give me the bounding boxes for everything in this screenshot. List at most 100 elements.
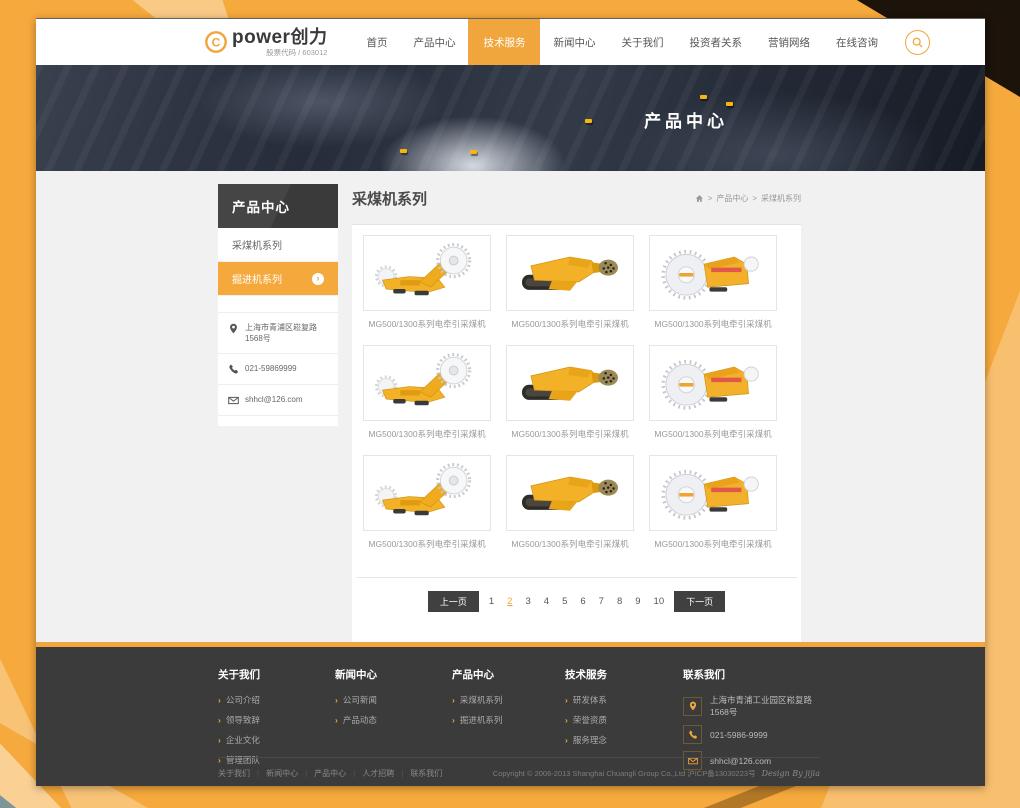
sidebar-item-roadheader-series[interactable]: 掘进机系列 › xyxy=(218,262,338,296)
page-number-2-active[interactable]: 2 xyxy=(504,596,515,607)
product-card[interactable]: MG500/1300系列电牵引采煤机 xyxy=(506,345,634,442)
product-card[interactable]: MG500/1300系列电牵引采煤机 xyxy=(363,235,491,332)
footer-link[interactable]: 采煤机系列 xyxy=(452,694,565,706)
prev-page-button[interactable]: 上一页 xyxy=(428,591,479,612)
arrow-bullet-icon xyxy=(335,695,343,705)
sidebar: 产品中心 采煤机系列 掘进机系列 › 上海市青浦区崧复路1568号 021-59… xyxy=(218,184,338,426)
product-label: MG500/1300系列电牵引采煤机 xyxy=(649,311,777,332)
logo-word: power xyxy=(232,27,290,48)
breadcrumb-current[interactable]: 采煤机系列 xyxy=(761,193,801,204)
product-label: MG500/1300系列电牵引采煤机 xyxy=(506,531,634,552)
nav-item-news[interactable]: 新闻中心 xyxy=(540,19,608,65)
footer-link[interactable]: 服务理念 xyxy=(565,734,683,746)
product-label: MG500/1300系列电牵引采煤机 xyxy=(506,311,634,332)
footer-link[interactable]: 公司新闻 xyxy=(335,694,452,706)
product-card[interactable]: MG500/1300系列电牵引采煤机 xyxy=(363,455,491,552)
footer-link[interactable]: 掘进机系列 xyxy=(452,714,565,726)
svg-text:C: C xyxy=(212,36,221,50)
product-image-disc xyxy=(649,235,777,311)
product-card[interactable]: MG500/1300系列电牵引采煤机 xyxy=(363,345,491,442)
logo[interactable]: C power创力 股票代码 / 603012 xyxy=(204,19,327,65)
phone-icon xyxy=(683,725,702,744)
phone-icon xyxy=(228,364,239,375)
nav-item-products[interactable]: 产品中心 xyxy=(400,19,468,65)
arrow-bullet-icon xyxy=(565,715,573,725)
page-number-5[interactable]: 5 xyxy=(559,596,570,607)
sidebar-email: shhcl@126.com xyxy=(245,394,302,405)
pagination-divider xyxy=(356,577,797,578)
logo-text: power创力 股票代码 / 603012 xyxy=(232,28,327,57)
product-card[interactable]: MG500/1300系列电牵引采煤机 xyxy=(649,235,777,332)
truck-dot xyxy=(585,119,592,123)
page-number-3[interactable]: 3 xyxy=(522,596,533,607)
product-label: MG500/1300系列电牵引采煤机 xyxy=(649,531,777,552)
search-icon xyxy=(911,36,924,49)
footer-link[interactable]: 企业文化 xyxy=(218,734,335,746)
logo-cn: 创力 xyxy=(290,27,327,47)
footer-link[interactable]: 领导致辞 xyxy=(218,714,335,726)
search-button[interactable] xyxy=(905,30,930,55)
product-image-roadheader xyxy=(506,455,634,531)
footer-link[interactable]: 荣誉资质 xyxy=(565,714,683,726)
hero-banner: 产品中心 xyxy=(36,65,985,171)
product-card[interactable]: MG500/1300系列电牵引采煤机 xyxy=(649,345,777,442)
arrow-bullet-icon xyxy=(218,695,226,705)
nav-item-investor[interactable]: 投资者关系 xyxy=(676,19,755,65)
product-image-disc xyxy=(649,345,777,421)
chevron-right-icon: › xyxy=(312,273,324,285)
footer-phone: 021-5986-9999 xyxy=(710,730,768,740)
bottom-link-news[interactable]: 新闻中心 xyxy=(250,768,298,779)
footer-link[interactable]: 产品动态 xyxy=(335,714,452,726)
truck-dot xyxy=(700,95,707,99)
footer-col-title: 产品中心 xyxy=(452,667,565,682)
sidebar-item-shearer-series[interactable]: 采煤机系列 xyxy=(218,228,338,262)
sidebar-address-row: 上海市青浦区崧复路1568号 xyxy=(218,312,338,353)
site-page: C power创力 股票代码 / 603012 首页 产品中心 技术服务 新闻中… xyxy=(36,18,985,786)
footer-bottom-links: 关于我们 新闻中心 产品中心 人才招聘 联系我们 xyxy=(218,768,442,779)
arrow-bullet-icon xyxy=(565,735,573,745)
design-credit: Design By jijia xyxy=(762,769,820,778)
arrow-bullet-icon xyxy=(452,695,460,705)
footer-col-title: 新闻中心 xyxy=(335,667,452,682)
nav-item-home[interactable]: 首页 xyxy=(353,19,400,65)
page-background: C power创力 股票代码 / 603012 首页 产品中心 技术服务 新闻中… xyxy=(0,0,1020,808)
arrow-bullet-icon xyxy=(218,715,226,725)
product-label: MG500/1300系列电牵引采煤机 xyxy=(363,421,491,442)
sidebar-phone-row: 021-59869999 xyxy=(218,353,338,384)
nav-item-tech-service[interactable]: 技术服务 xyxy=(468,19,540,65)
footer-link[interactable]: 公司介绍 xyxy=(218,694,335,706)
product-card[interactable]: MG500/1300系列电牵引采煤机 xyxy=(506,235,634,332)
nav-item-consult[interactable]: 在线咨询 xyxy=(823,19,891,65)
arrow-bullet-icon xyxy=(335,715,343,725)
content-area: 产品中心 采煤机系列 掘进机系列 › 上海市青浦区崧复路1568号 021-59… xyxy=(36,171,985,642)
bottom-link-products[interactable]: 产品中心 xyxy=(298,768,346,779)
bottom-link-about[interactable]: 关于我们 xyxy=(218,768,250,779)
page-number-8[interactable]: 8 xyxy=(614,596,625,607)
page-number-1[interactable]: 1 xyxy=(486,596,497,607)
page-number-4[interactable]: 4 xyxy=(541,596,552,607)
logo-icon: C xyxy=(204,30,228,54)
product-grid: MG500/1300系列电牵引采煤机 MG500/1300系列电牵引采煤机 MG… xyxy=(352,225,801,552)
header: C power创力 股票代码 / 603012 首页 产品中心 技术服务 新闻中… xyxy=(36,19,985,65)
footer-link[interactable]: 研发体系 xyxy=(565,694,683,706)
arrow-bullet-icon xyxy=(452,715,460,725)
footer-bottom-bar: 关于我们 新闻中心 产品中心 人才招聘 联系我们 Copyright © 200… xyxy=(218,757,820,779)
product-label: MG500/1300系列电牵引采煤机 xyxy=(506,421,634,442)
sidebar-phone: 021-59869999 xyxy=(245,363,297,374)
next-page-button[interactable]: 下一页 xyxy=(674,591,725,612)
main-nav: 首页 产品中心 技术服务 新闻中心 关于我们 投资者关系 营销网络 在线咨询 xyxy=(353,19,891,65)
nav-item-about[interactable]: 关于我们 xyxy=(608,19,676,65)
product-card[interactable]: MG500/1300系列电牵引采煤机 xyxy=(649,455,777,552)
breadcrumb-products[interactable]: 产品中心 xyxy=(716,193,748,204)
home-icon[interactable] xyxy=(695,194,704,203)
nav-item-marketing[interactable]: 营销网络 xyxy=(755,19,823,65)
page-number-10[interactable]: 10 xyxy=(651,596,668,607)
bottom-link-careers[interactable]: 人才招聘 xyxy=(346,768,394,779)
page-number-9[interactable]: 9 xyxy=(632,596,643,607)
logo-tagline: 股票代码 / 603012 xyxy=(232,49,327,57)
page-number-7[interactable]: 7 xyxy=(596,596,607,607)
product-label: MG500/1300系列电牵引采煤机 xyxy=(363,531,491,552)
product-card[interactable]: MG500/1300系列电牵引采煤机 xyxy=(506,455,634,552)
bottom-link-contact[interactable]: 联系我们 xyxy=(394,768,442,779)
page-number-6[interactable]: 6 xyxy=(577,596,588,607)
